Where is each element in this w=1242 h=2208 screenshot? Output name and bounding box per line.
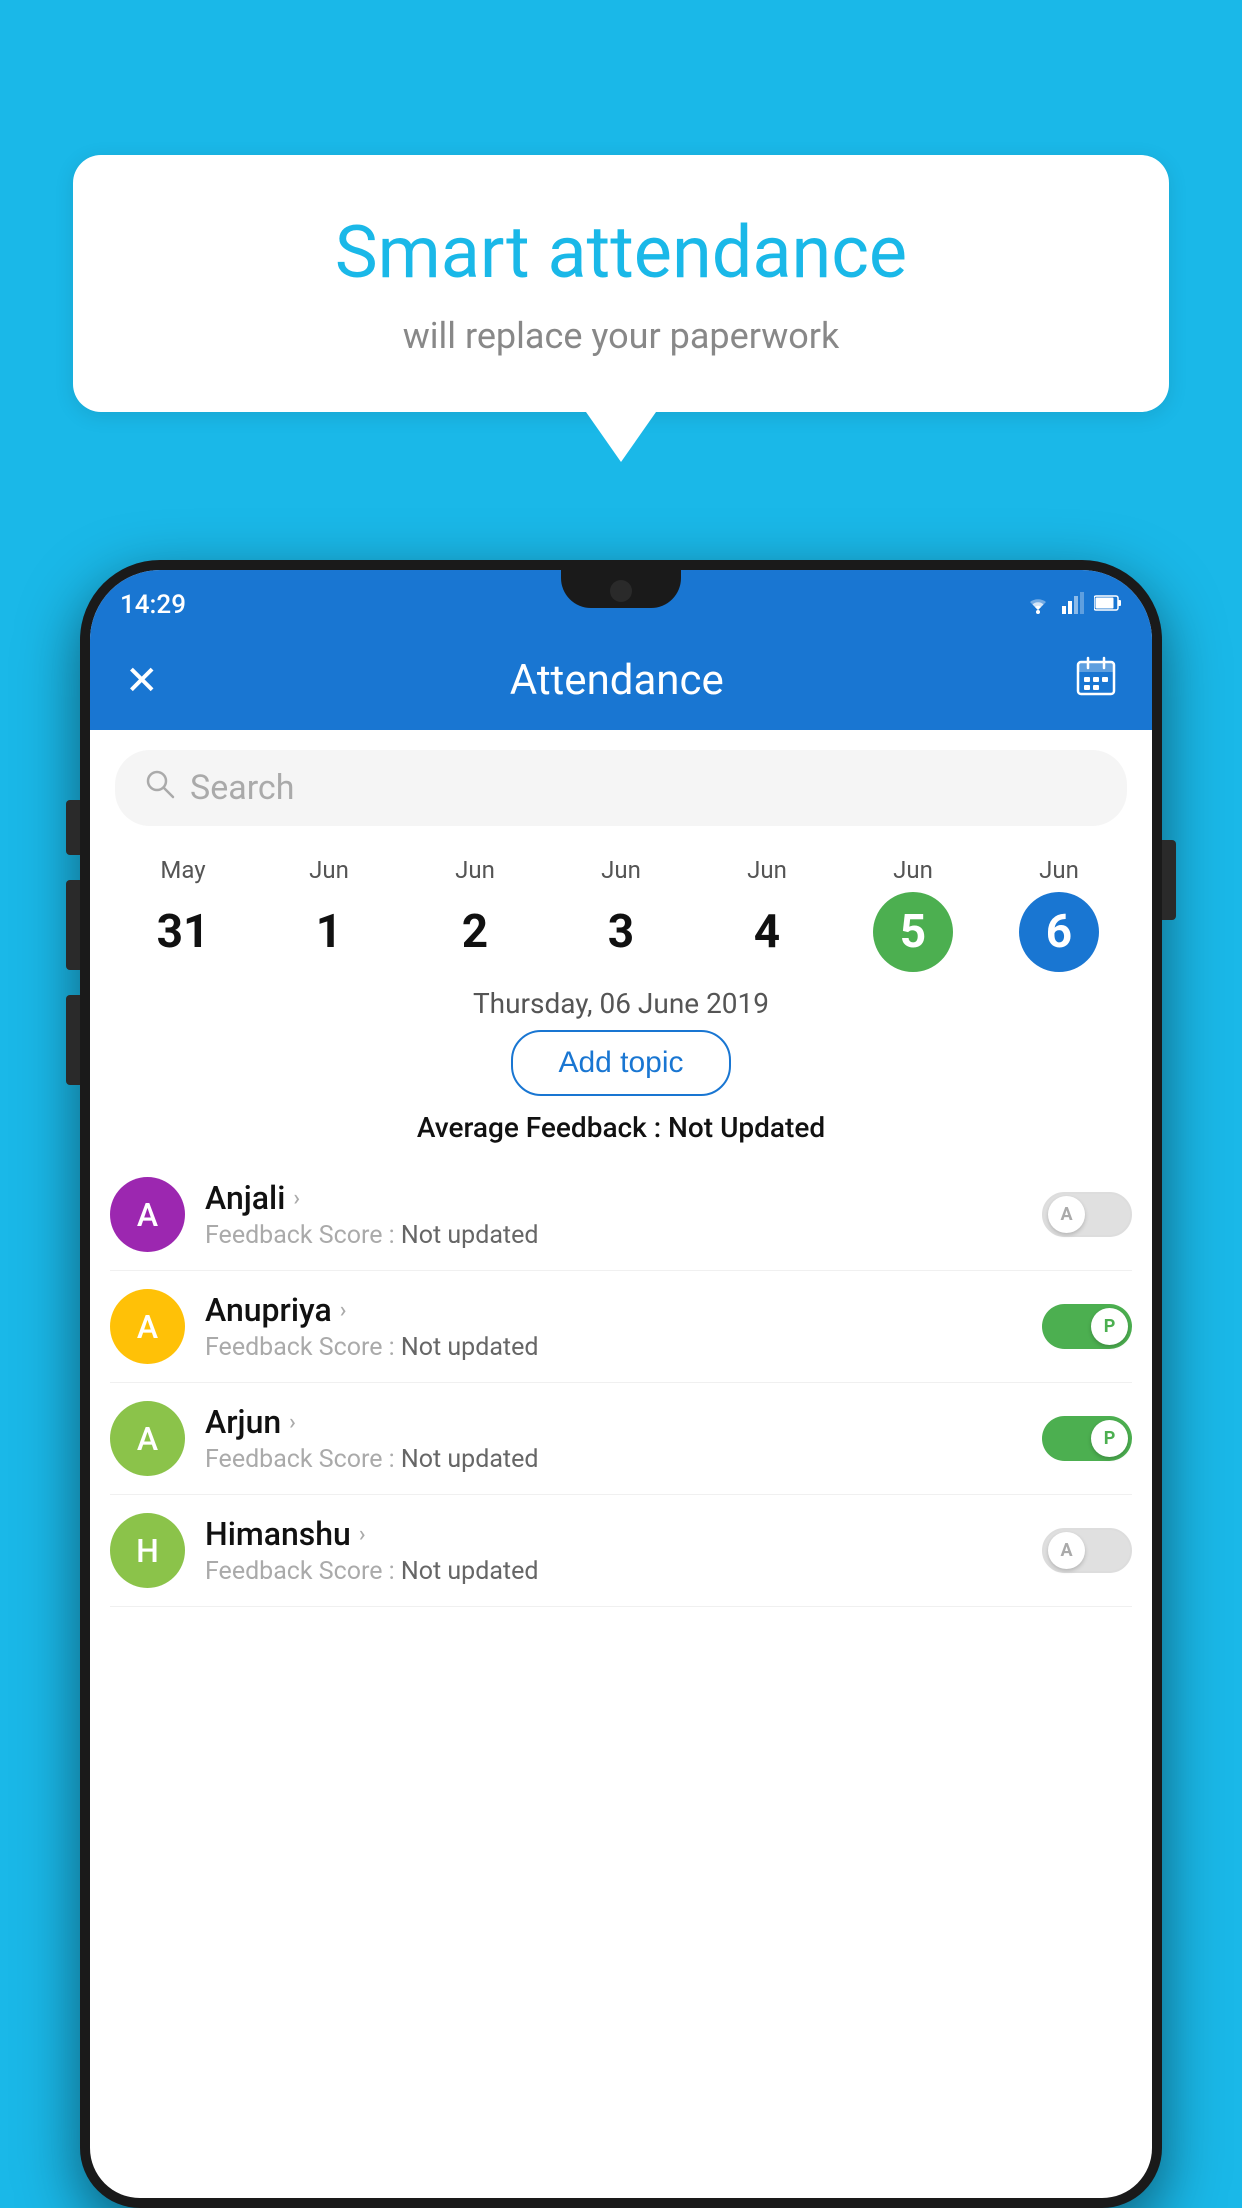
calendar-day-1[interactable]: Jun 1 xyxy=(289,856,369,972)
calendar-day-5[interactable]: Jun 5 xyxy=(873,856,953,972)
app-title: Attendance xyxy=(510,656,724,705)
calendar-day-4[interactable]: Jun 4 xyxy=(727,856,807,972)
phone-side-button-right xyxy=(1162,840,1176,920)
calendar-month-label: May xyxy=(160,856,205,884)
calendar-date-number: 1 xyxy=(289,892,369,972)
calendar-month-label: Jun xyxy=(893,856,933,884)
calendar-date-number: 31 xyxy=(143,892,223,972)
calendar-day-2[interactable]: Jun 2 xyxy=(435,856,515,972)
calendar-month-label: Jun xyxy=(601,856,641,884)
speech-bubble-container: Smart attendance will replace your paper… xyxy=(73,155,1169,462)
attendance-toggle[interactable]: A xyxy=(1042,1192,1132,1237)
student-name: Himanshu › xyxy=(205,1515,1022,1553)
calendar-date-number: 3 xyxy=(581,892,661,972)
wifi-icon xyxy=(1024,592,1052,618)
student-name: Anupriya › xyxy=(205,1291,1022,1329)
chevron-icon: › xyxy=(289,1410,296,1435)
student-row[interactable]: H Himanshu › Feedback Score : Not updated A xyxy=(110,1495,1132,1607)
calendar-strip: May 31 Jun 1 Jun 2 Jun 3 Jun 4 Jun 5 Jun 6 xyxy=(90,841,1152,977)
student-feedback: Feedback Score : Not updated xyxy=(205,1221,1022,1250)
calendar-date-number: 4 xyxy=(727,892,807,972)
student-avatar: A xyxy=(110,1401,185,1476)
student-feedback: Feedback Score : Not updated xyxy=(205,1333,1022,1362)
selected-date-label: Thursday, 06 June 2019 xyxy=(90,987,1152,1020)
calendar-date-number: 2 xyxy=(435,892,515,972)
toggle-knob: A xyxy=(1048,1532,1085,1569)
phone-frame: 14:29 xyxy=(80,560,1162,2208)
calendar-icon[interactable] xyxy=(1075,655,1117,706)
search-bar[interactable]: Search xyxy=(115,750,1127,826)
add-topic-button[interactable]: Add topic xyxy=(511,1030,730,1096)
attendance-toggle[interactable]: A xyxy=(1042,1528,1132,1573)
student-avatar: H xyxy=(110,1513,185,1588)
calendar-day-3[interactable]: Jun 3 xyxy=(581,856,661,972)
attendance-toggle[interactable]: P xyxy=(1042,1304,1132,1349)
calendar-day-31[interactable]: May 31 xyxy=(143,856,223,972)
toggle-switch[interactable]: A xyxy=(1042,1192,1132,1237)
student-info: Himanshu › Feedback Score : Not updated xyxy=(205,1515,1022,1586)
phone-side-button-left-2 xyxy=(66,880,80,970)
toggle-switch[interactable]: A xyxy=(1042,1528,1132,1573)
status-time: 14:29 xyxy=(120,590,186,620)
calendar-date-number: 5 xyxy=(873,892,953,972)
phone-side-button-left-3 xyxy=(66,995,80,1085)
close-button[interactable]: ✕ xyxy=(125,657,159,704)
student-avatar: A xyxy=(110,1289,185,1364)
phone-side-button-left-1 xyxy=(66,800,80,855)
toggle-knob: P xyxy=(1091,1420,1128,1457)
chevron-icon: › xyxy=(293,1186,300,1211)
toggle-knob: A xyxy=(1048,1196,1085,1233)
toggle-knob: P xyxy=(1091,1308,1128,1345)
attendance-toggle[interactable]: P xyxy=(1042,1416,1132,1461)
student-feedback: Feedback Score : Not updated xyxy=(205,1557,1022,1586)
avg-feedback: Average Feedback : Not Updated xyxy=(90,1111,1152,1144)
calendar-month-label: Jun xyxy=(309,856,349,884)
speech-bubble: Smart attendance will replace your paper… xyxy=(73,155,1169,412)
phone-camera xyxy=(610,580,632,602)
avg-feedback-value: Not Updated xyxy=(668,1111,825,1144)
search-input[interactable]: Search xyxy=(190,768,294,808)
student-info: Anupriya › Feedback Score : Not updated xyxy=(205,1291,1022,1362)
calendar-day-6[interactable]: Jun 6 xyxy=(1019,856,1099,972)
signal-icon xyxy=(1062,592,1084,618)
student-name: Anjali › xyxy=(205,1179,1022,1217)
student-row[interactable]: A Arjun › Feedback Score : Not updated P xyxy=(110,1383,1132,1495)
status-icons xyxy=(1024,592,1122,618)
student-avatar: A xyxy=(110,1177,185,1252)
speech-bubble-tail xyxy=(586,412,656,462)
student-feedback: Feedback Score : Not updated xyxy=(205,1445,1022,1474)
student-info: Arjun › Feedback Score : Not updated xyxy=(205,1403,1022,1474)
app-header: ✕ Attendance xyxy=(90,630,1152,730)
avg-feedback-label: Average Feedback : xyxy=(417,1111,661,1144)
toggle-switch[interactable]: P xyxy=(1042,1304,1132,1349)
phone-notch xyxy=(561,570,681,608)
student-row[interactable]: A Anupriya › Feedback Score : Not updated P xyxy=(110,1271,1132,1383)
calendar-month-label: Jun xyxy=(1039,856,1079,884)
calendar-month-label: Jun xyxy=(747,856,787,884)
student-row[interactable]: A Anjali › Feedback Score : Not updated A xyxy=(110,1159,1132,1271)
chevron-icon: › xyxy=(340,1298,347,1323)
speech-bubble-subtitle: will replace your paperwork xyxy=(133,315,1109,357)
toggle-switch[interactable]: P xyxy=(1042,1416,1132,1461)
battery-icon xyxy=(1094,594,1122,616)
calendar-date-number: 6 xyxy=(1019,892,1099,972)
search-icon xyxy=(145,769,175,807)
calendar-month-label: Jun xyxy=(455,856,495,884)
student-name: Arjun › xyxy=(205,1403,1022,1441)
chevron-icon: › xyxy=(359,1522,366,1547)
student-list: AAnjali ›Feedback Score : Not updatedAAA… xyxy=(90,1159,1152,1607)
phone-screen: 14:29 xyxy=(90,570,1152,2198)
speech-bubble-title: Smart attendance xyxy=(133,210,1109,295)
student-info: Anjali › Feedback Score : Not updated xyxy=(205,1179,1022,1250)
